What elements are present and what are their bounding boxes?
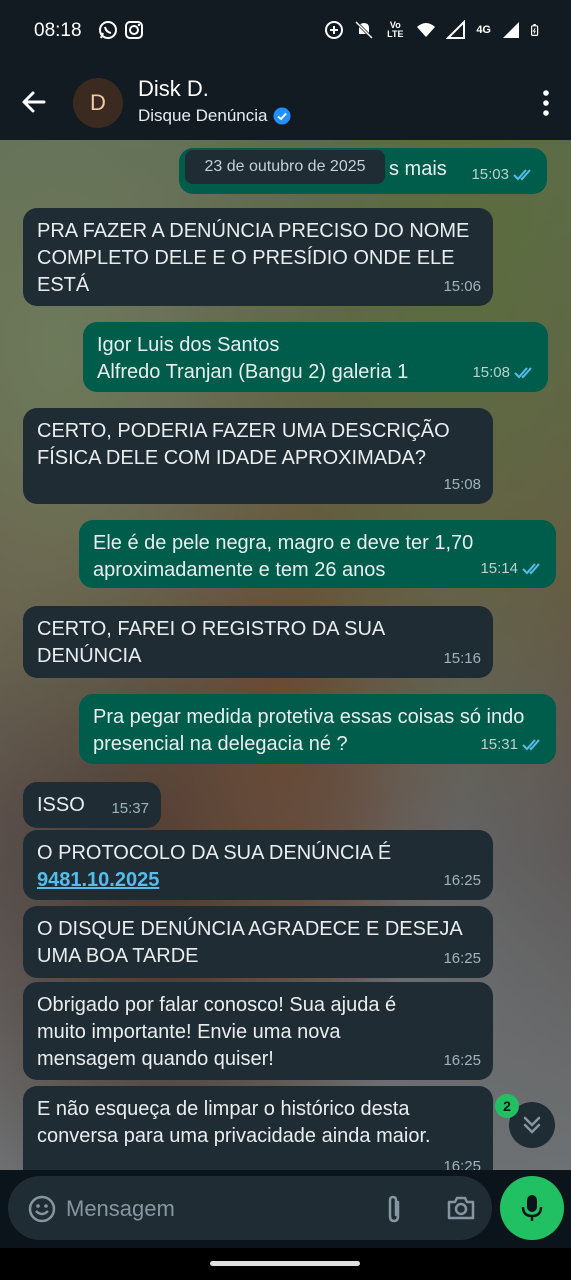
message-bubble[interactable]: Pra pegar medida protetiva essas coisas … <box>79 694 556 764</box>
message-text: Pra pegar medida protetiva essas coisas … <box>93 706 525 755</box>
message-bubble[interactable]: ISSO 15:37 <box>23 782 161 828</box>
chevrons-down-icon <box>523 1116 541 1134</box>
status-bar: 08:18 Vo LTE 4G <box>0 0 571 62</box>
network-type: 4G <box>476 23 491 36</box>
composer <box>0 1170 571 1248</box>
message-bubble[interactable]: O PROTOCOLO DA SUA DENÚNCIA É 9481.10.20… <box>23 830 493 900</box>
message-bubble[interactable]: Igor Luis dos Santos Alfredo Tranjan (Ba… <box>83 322 548 392</box>
whatsapp-icon <box>99 21 117 39</box>
signal-icon <box>503 22 519 38</box>
contact-subtitle-text: Disque Denúncia <box>138 106 268 125</box>
message-time: 15:37 <box>111 800 149 817</box>
message-time: 15:14 <box>480 560 518 577</box>
message-time: 15:06 <box>443 278 481 295</box>
message-bubble[interactable]: Obrigado por falar conosco! Sua ajuda é … <box>23 982 493 1080</box>
message-bubble[interactable]: PRA FAZER A DENÚNCIA PRECISO DO NOME COM… <box>23 208 493 306</box>
home-handle[interactable] <box>210 1261 360 1266</box>
message-input-container <box>8 1176 492 1240</box>
chat-area[interactable]: s mais 15:03 23 de outubro de 2025 PRA F… <box>0 140 571 1170</box>
contact-subtitle[interactable]: Disque Denúncia <box>138 106 291 126</box>
data-saver-icon <box>325 21 344 39</box>
message-time: 15:16 <box>443 650 481 667</box>
avatar[interactable]: D <box>73 78 123 128</box>
message-time: 16:25 <box>443 1158 481 1170</box>
date-chip: 23 de outubro de 2025 <box>185 150 385 184</box>
back-arrow-icon[interactable] <box>18 86 50 118</box>
message-text: O PROTOCOLO DA SUA DENÚNCIA É <box>37 842 392 864</box>
more-vert-icon[interactable] <box>541 88 551 118</box>
navigation-bar <box>0 1248 571 1280</box>
camera-icon[interactable] <box>446 1194 476 1222</box>
message-time: 16:25 <box>443 1052 481 1069</box>
message-bubble[interactable]: O DISQUE DENÚNCIA AGRADECE E DESEJA UMA … <box>23 906 493 978</box>
message-time: 15:31 <box>480 736 518 753</box>
contact-name[interactable]: Disk D. <box>138 76 209 102</box>
message-time: 15:03 <box>471 166 509 183</box>
message-text: O DISQUE DENÚNCIA AGRADECE E DESEJA UMA … <box>37 918 462 967</box>
volte-indicator: Vo LTE <box>387 20 404 39</box>
status-time: 08:18 <box>34 20 82 41</box>
verified-badge-icon <box>273 107 291 125</box>
unread-count-badge: 2 <box>495 1094 519 1118</box>
message-text: CERTO, FAREI O REGISTRO DA SUA DENÚNCIA <box>37 618 385 667</box>
attach-icon[interactable] <box>382 1194 406 1224</box>
message-time: 16:25 <box>443 950 481 967</box>
chat-header: D Disk D. Disque Denúncia <box>0 62 571 140</box>
double-check-icon <box>522 738 540 750</box>
mic-icon <box>521 1195 543 1221</box>
mute-icon <box>355 20 374 40</box>
message-input[interactable] <box>66 1194 366 1224</box>
message-bubble[interactable]: CERTO, FAREI O REGISTRO DA SUA DENÚNCIA … <box>23 606 493 678</box>
message-bubble[interactable]: Ele é de pele negra, magro e deve ter 1,… <box>79 520 556 588</box>
message-text: Obrigado por falar conosco! Sua ajuda é … <box>37 994 397 1070</box>
message-text: Ele é de pele negra, magro e deve ter 1,… <box>93 532 474 581</box>
message-bubble[interactable]: E não esqueça de limpar o histórico dest… <box>23 1086 493 1170</box>
message-text-line: Igor Luis dos Santos <box>97 334 280 356</box>
protocol-link[interactable]: 9481.10.2025 <box>37 867 479 894</box>
double-check-icon <box>513 168 531 180</box>
mic-button[interactable] <box>500 1176 564 1240</box>
message-text: s mais <box>389 158 447 180</box>
message-time: 15:08 <box>443 476 481 493</box>
battery-icon <box>531 24 539 36</box>
message-bubble[interactable]: CERTO, PODERIA FAZER UMA DESCRIÇÃO FÍSIC… <box>23 408 493 504</box>
message-text: E não esqueça de limpar o histórico dest… <box>37 1098 431 1147</box>
instagram-icon <box>125 21 143 39</box>
double-check-icon <box>514 366 532 378</box>
message-time: 15:08 <box>472 364 510 381</box>
message-time: 16:25 <box>443 872 481 889</box>
double-check-icon <box>522 562 540 574</box>
message-text-line: Alfredo Tranjan (Bangu 2) galeria 1 <box>97 361 409 383</box>
wifi-icon <box>417 23 436 37</box>
emoji-icon[interactable] <box>28 1195 56 1223</box>
message-text: PRA FAZER A DENÚNCIA PRECISO DO NOME COM… <box>37 220 470 296</box>
message-text: CERTO, PODERIA FAZER UMA DESCRIÇÃO FÍSIC… <box>37 420 450 469</box>
signal-icon <box>446 20 466 39</box>
